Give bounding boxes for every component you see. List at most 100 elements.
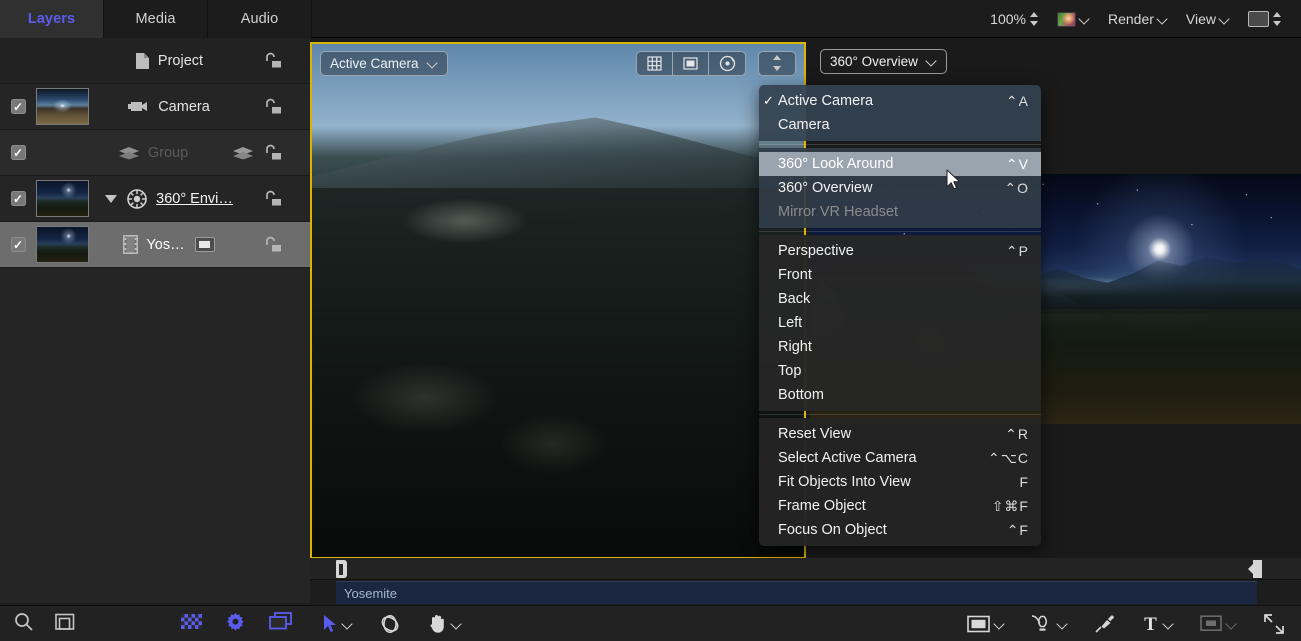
layer-name-yosemite: Yos… — [146, 237, 184, 253]
layer-enable-checkbox[interactable] — [11, 99, 26, 114]
text-tool[interactable]: T — [1129, 614, 1187, 633]
layers-panel-icon[interactable] — [269, 612, 292, 635]
checkbox-cell[interactable] — [0, 145, 36, 160]
menu-separator — [759, 144, 1041, 145]
lock-cell[interactable] — [264, 236, 310, 253]
layer-row-360-environment[interactable]: 360° Envi… — [0, 176, 310, 222]
chevron-down-icon[interactable] — [452, 619, 462, 629]
lock-cell[interactable] — [264, 52, 310, 69]
tab-audio[interactable]: Audio — [208, 0, 312, 38]
tab-layers[interactable]: Layers — [0, 0, 104, 38]
layer-row-project[interactable]: Project — [0, 38, 310, 84]
menu-item-shortcut: F — [1019, 474, 1029, 490]
menu-item-right[interactable]: Right — [759, 335, 1041, 359]
image-mask-icon[interactable] — [195, 237, 215, 252]
overview-view-popup[interactable]: 360° Overview — [820, 49, 947, 74]
chevron-down-icon[interactable] — [1058, 619, 1068, 629]
group-icon — [118, 146, 140, 160]
panel-tabs: Layers Media Audio — [0, 0, 312, 38]
menu-item-back[interactable]: Back — [759, 287, 1041, 311]
search-icon[interactable] — [14, 612, 33, 636]
menu-item-front[interactable]: Front — [759, 263, 1041, 287]
chevron-down-icon[interactable] — [1158, 14, 1168, 24]
grid-icon[interactable] — [637, 52, 673, 75]
menu-item-360-look-around[interactable]: 360° Look Around ⌃V — [759, 152, 1041, 176]
3d-transform-tool-icon — [379, 614, 401, 634]
layer-enable-checkbox[interactable] — [11, 145, 26, 160]
shape-tool[interactable] — [954, 615, 1018, 633]
lock-cell[interactable] — [264, 190, 310, 207]
orbit-icon[interactable] — [709, 52, 745, 75]
render-view-icon[interactable] — [673, 52, 709, 75]
menu-item-frame-object[interactable]: Frame Object ⇧⌘F — [759, 494, 1041, 518]
checkbox-cell[interactable] — [0, 99, 36, 114]
menu-item-reset-view[interactable]: Reset View ⌃R — [759, 422, 1041, 446]
viewport-left[interactable]: Active Camera — [310, 42, 806, 559]
layer-row-yosemite[interactable]: Yos… — [0, 222, 310, 268]
chevron-down-icon[interactable] — [428, 58, 438, 68]
menu-section-360: 360° Look Around ⌃V 360° Overview ⌃O Mir… — [759, 148, 1041, 228]
camera-view-popup[interactable]: Active Camera — [320, 51, 448, 76]
menu-item-top[interactable]: Top — [759, 359, 1041, 383]
view-menu[interactable]: View — [1177, 0, 1239, 38]
layer-row-camera[interactable]: Camera — [0, 84, 310, 130]
menu-item-label: Front — [778, 267, 1029, 283]
paint-stroke-tool[interactable] — [1081, 613, 1129, 634]
menu-item-fit-objects-into-view[interactable]: Fit Objects Into View F — [759, 470, 1041, 494]
viewport-left-tool-group — [636, 51, 746, 76]
menu-item-camera[interactable]: Camera — [759, 113, 1041, 137]
menu-item-label: Active Camera — [778, 93, 1006, 109]
mask-tool[interactable] — [1187, 615, 1250, 632]
resize-handle-icon — [1263, 613, 1285, 635]
zoom-level-control[interactable]: 100% — [981, 0, 1048, 38]
chevron-down-icon[interactable] — [1220, 14, 1230, 24]
color-balance-control[interactable] — [1048, 0, 1099, 38]
camera-view-dropdown-menu[interactable]: ✓ Active Camera ⌃A Camera 360° Look Arou… — [759, 85, 1041, 546]
lock-cell[interactable] — [264, 98, 310, 115]
chevron-down-icon[interactable] — [343, 619, 353, 629]
menu-item-360-overview[interactable]: 360° Overview ⌃O — [759, 176, 1041, 200]
gear-icon[interactable] — [226, 612, 245, 636]
mask-tool-icon — [1200, 615, 1222, 632]
thumbnail-cell — [36, 226, 98, 263]
menu-item-left[interactable]: Left — [759, 311, 1041, 335]
timeline-ruler[interactable] — [310, 558, 1301, 580]
lock-cell[interactable] — [264, 144, 310, 161]
viewport-layout-control[interactable] — [1239, 0, 1291, 38]
playhead-marker[interactable] — [336, 560, 347, 578]
menu-item-bottom[interactable]: Bottom — [759, 383, 1041, 407]
timeline-clip-yosemite[interactable]: Yosemite — [336, 581, 1257, 604]
menu-item-select-active-camera[interactable]: Select Active Camera ⌃⌥C — [759, 446, 1041, 470]
end-of-project-marker[interactable] — [1253, 560, 1262, 578]
chevron-down-icon[interactable] — [927, 56, 937, 66]
menu-item-shortcut: ⌃O — [1004, 180, 1029, 197]
select-tool[interactable] — [310, 614, 366, 633]
resize-handle[interactable] — [1250, 613, 1301, 635]
layer-enable-checkbox[interactable] — [11, 237, 26, 252]
menu-item-active-camera[interactable]: ✓ Active Camera ⌃A — [759, 89, 1041, 113]
chevron-down-icon[interactable] — [1164, 619, 1174, 629]
chevron-down-icon[interactable] — [1080, 14, 1090, 24]
layer-enable-checkbox[interactable] — [11, 191, 26, 206]
menu-item-focus-on-object[interactable]: Focus On Object ⌃F — [759, 518, 1041, 542]
menu-item-label: Fit Objects Into View — [778, 474, 1019, 490]
3d-transform-tool[interactable] — [366, 614, 414, 634]
checkbox-cell[interactable] — [0, 237, 36, 252]
menu-section-orthographic: Perspective ⌃P Front Back Left Right — [759, 235, 1041, 411]
menu-item-perspective[interactable]: Perspective ⌃P — [759, 239, 1041, 263]
timeline[interactable]: Yosemite — [310, 558, 1301, 605]
layer-row-group[interactable]: Group — [0, 130, 310, 176]
checkerboard-icon[interactable] — [181, 614, 202, 634]
tab-media[interactable]: Media — [104, 0, 208, 38]
bezier-mask-tool[interactable] — [1018, 613, 1081, 634]
chevron-down-icon[interactable] — [1227, 619, 1237, 629]
checkbox-cell[interactable] — [0, 191, 36, 206]
add-layer-icon[interactable] — [55, 612, 75, 636]
stepper-icon[interactable] — [1030, 12, 1039, 26]
pan-tool[interactable] — [414, 613, 475, 634]
stepper-icon[interactable] — [1273, 12, 1282, 26]
disclosure-triangle-icon[interactable] — [105, 195, 117, 203]
stepper-icon[interactable] — [759, 52, 795, 75]
chevron-down-icon[interactable] — [995, 619, 1005, 629]
render-menu[interactable]: Render — [1099, 0, 1177, 38]
